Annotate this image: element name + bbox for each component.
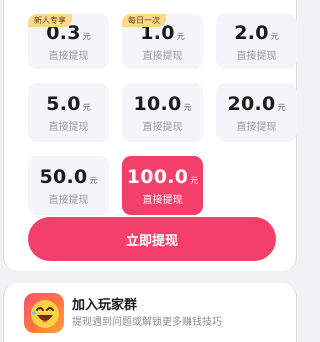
option-tag: 新人专享 xyxy=(28,14,72,27)
option-unit: 元 xyxy=(176,31,185,41)
option-subtitle: 直接提现 xyxy=(236,121,277,133)
join-group-card[interactable]: 加入玩家群 提现遇到问题或解锁更多赚钱技巧 xyxy=(3,283,297,342)
laughing-face-icon xyxy=(24,293,64,333)
amount-option-4[interactable]: 10.0 元 直接提现 xyxy=(122,83,203,142)
option-unit: 元 xyxy=(190,175,199,185)
amount-option-3[interactable]: 5.0 元 直接提现 xyxy=(28,83,109,142)
withdraw-now-button[interactable]: 立即提现 xyxy=(28,217,276,261)
option-subtitle: 直接提现 xyxy=(48,121,89,133)
option-subtitle: 直接提现 xyxy=(48,50,89,62)
amount-option-6[interactable]: 50.0 元 直接提现 xyxy=(28,156,109,215)
option-subtitle: 直接提现 xyxy=(142,121,183,133)
option-unit: 元 xyxy=(82,102,91,112)
group-description: 提现遇到问题或解锁更多赚钱技巧 xyxy=(72,317,222,328)
option-subtitle: 直接提现 xyxy=(142,50,183,62)
amount-option-7-selected[interactable]: 100.0 元 直接提现 xyxy=(122,156,203,215)
option-unit: 元 xyxy=(183,102,192,112)
option-subtitle: 直接提现 xyxy=(48,194,89,206)
option-amount: 10.0 xyxy=(133,92,182,115)
option-subtitle: 直接提现 xyxy=(142,194,183,206)
withdraw-options-card: 新人专享 0.3 元 直接提现 每日一次 1.0 元 直接提现 2.0 元 直接提现 … xyxy=(3,0,297,271)
amount-grid: 新人专享 0.3 元 直接提现 每日一次 1.0 元 直接提现 2.0 元 直接提现 … xyxy=(28,10,297,215)
option-subtitle: 直接提现 xyxy=(236,50,277,62)
option-amount: 5.0 xyxy=(46,92,81,115)
option-amount: 2.0 xyxy=(234,21,269,44)
option-tag: 每日一次 xyxy=(122,14,166,27)
option-amount: 50.0 xyxy=(39,165,88,188)
option-unit: 元 xyxy=(277,102,286,112)
amount-option-0[interactable]: 新人专享 0.3 元 直接提现 xyxy=(28,14,109,69)
group-title: 加入玩家群 xyxy=(72,298,138,313)
amount-option-5[interactable]: 20.0 元 直接提现 xyxy=(216,83,297,142)
option-amount: 100.0 xyxy=(126,165,189,188)
amount-option-2[interactable]: 2.0 元 直接提现 xyxy=(216,14,297,69)
amount-option-1[interactable]: 每日一次 1.0 元 直接提现 xyxy=(122,14,203,69)
option-amount: 20.0 xyxy=(227,92,276,115)
option-unit: 元 xyxy=(89,175,98,185)
option-unit: 元 xyxy=(82,31,91,41)
option-unit: 元 xyxy=(270,31,279,41)
